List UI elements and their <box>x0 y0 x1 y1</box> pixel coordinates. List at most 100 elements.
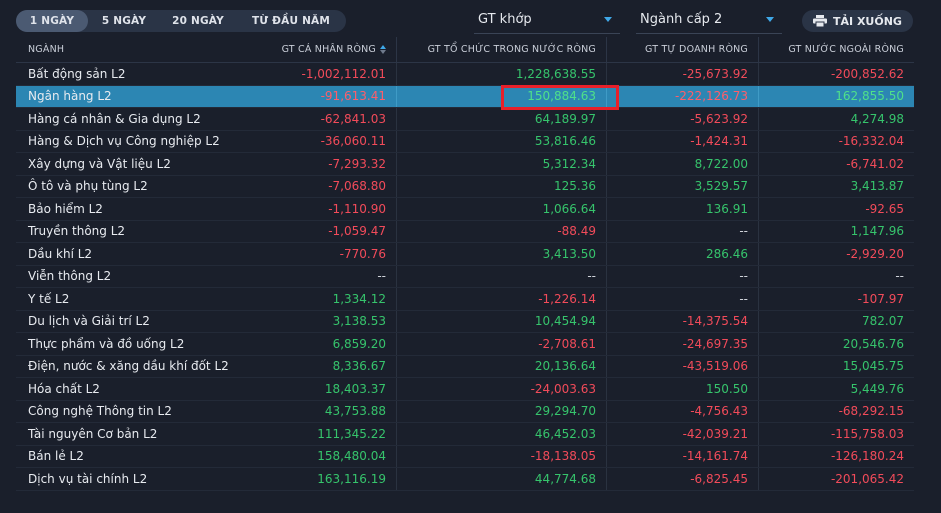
domestic-institution-net-cell: 44,774.68 <box>397 468 607 490</box>
table-row[interactable]: Công nghệ Thông tin L2 43,753.88 29,294.70… <box>16 400 914 423</box>
table-body: Bất động sản L2 -1,002,112.01 1,228,638.55… <box>16 63 914 491</box>
foreign-net-cell: -200,852.62 <box>830 66 904 81</box>
proprietary-net-cell: -- <box>607 220 759 242</box>
table-row[interactable]: Y tế L2 1,334.12 -1,226.14 -- -107.97 <box>16 288 914 311</box>
metric-select-value: GT khớp <box>478 12 532 27</box>
individual-net-cell: 8,336.67 <box>263 355 397 377</box>
foreign-net-cell: -68,292.15 <box>838 404 904 419</box>
proprietary-net-cell: -- <box>607 265 759 287</box>
domestic-institution-net-cell: 64,189.97 <box>397 108 607 130</box>
industry-cell: Viễn thông L2 <box>28 269 112 284</box>
domestic-institution-net-cell: 46,452.03 <box>397 423 607 445</box>
sort-icon <box>380 45 386 54</box>
highlighted-value: 150,884.63 <box>527 89 596 104</box>
domestic-institution-net-cell: -88.49 <box>397 220 607 242</box>
industry-cell: Y tế L2 <box>28 291 70 306</box>
foreign-net-cell: 162,855.50 <box>835 89 904 104</box>
chevron-down-icon <box>766 17 774 22</box>
domestic-institution-net-cell: 1,228,638.55 <box>397 63 607 85</box>
table-row[interactable]: Hàng cá nhân & Gia dụng L2 -62,841.03 64,1… <box>16 108 914 131</box>
industry-level-select[interactable]: Ngành cấp 2 <box>636 6 782 34</box>
tab-20-days[interactable]: 20 NGÀY <box>160 10 236 32</box>
table-row[interactable]: Truyền thông L2 -1,059.47 -88.49 -- 1,147.96 <box>16 220 914 243</box>
table-row[interactable]: Ngân hàng L2 -91,613.41 150,884.63 -222,126… <box>16 84 914 110</box>
proprietary-net-cell: -24,697.35 <box>607 333 759 355</box>
proprietary-net-cell: -43,519.06 <box>607 355 759 377</box>
domestic-institution-net-cell: -24,003.63 <box>397 378 607 400</box>
header-individual-net[interactable]: GT CÁ NHÂN RÒNG <box>263 37 397 62</box>
metric-select[interactable]: GT khớp <box>474 6 620 34</box>
table-row[interactable]: Dầu khí L2 -770.76 3,413.50 286.46 -2,929.20 <box>16 243 914 266</box>
foreign-net-cell: -115,758.03 <box>830 426 904 441</box>
tab-1-day[interactable]: 1 NGÀY <box>16 10 88 32</box>
table-row[interactable]: Dịch vụ tài chính L2 163,116.19 44,774.68-… <box>16 468 914 491</box>
download-button[interactable]: TẢI XUỐNG <box>802 10 913 32</box>
foreign-net-cell: 15,045.75 <box>842 359 904 374</box>
table-row[interactable]: Hàng & Dịch vụ Công nghiệp L2 -36,060.11 5… <box>16 130 914 153</box>
individual-net-cell: -- <box>263 265 397 287</box>
table-row[interactable]: Viễn thông L2 -- -- -- -- <box>16 265 914 288</box>
domestic-institution-net-cell: 53,816.46 <box>397 130 607 152</box>
foreign-net-cell: 20,546.76 <box>842 336 904 351</box>
domestic-institution-net-cell: 29,294.70 <box>397 400 607 422</box>
domestic-institution-net-cell: 10,454.94 <box>397 310 607 332</box>
header-industry[interactable]: NGÀNH <box>16 37 263 62</box>
period-tabs: 1 NGÀY 5 NGÀY 20 NGÀY TỪ ĐẦU NĂM <box>16 10 346 32</box>
proprietary-net-cell: -14,375.54 <box>607 310 759 332</box>
industry-cell: Xây dựng và Vật liệu L2 <box>28 156 171 171</box>
table-row[interactable]: Bán lẻ L2 158,480.04 -18,138.05 -14,161.74 -… <box>16 445 914 468</box>
table-row[interactable]: Điện, nước & xăng dầu khí đốt L2 8,336.67… <box>16 355 914 378</box>
foreign-net-cell: 782.07 <box>862 314 904 329</box>
header-foreign-net[interactable]: GT NƯỚC NGOÀI RÒNG <box>759 37 914 62</box>
download-label: TẢI XUỐNG <box>833 14 902 28</box>
industry-cell: Bán lẻ L2 <box>28 449 84 464</box>
table-header: NGÀNH GT CÁ NHÂN RÒNG GT TỔ CHỨC TRONG N… <box>16 37 914 63</box>
individual-net-cell: 158,480.04 <box>263 445 397 467</box>
individual-net-cell: 163,116.19 <box>263 468 397 490</box>
individual-net-cell: -1,059.47 <box>263 220 397 242</box>
table-row[interactable]: Bảo hiểm L2 -1,110.90 1,066.64 136.91 -92.65 <box>16 198 914 221</box>
industry-cell: Công nghệ Thông tin L2 <box>28 404 172 419</box>
domestic-institution-net-cell: 20,136.64 <box>397 355 607 377</box>
header-proprietary-net[interactable]: GT TỰ DOANH RÒNG <box>607 37 759 62</box>
table-row[interactable]: Ô tô và phụ tùng L2 -7,068.80 125.36 3,529.… <box>16 175 914 198</box>
proprietary-net-cell: -6,825.45 <box>607 468 759 490</box>
domestic-institution-net-cell: -18,138.05 <box>397 445 607 467</box>
individual-net-cell: 1,334.12 <box>263 288 397 310</box>
individual-net-cell: -7,068.80 <box>263 175 397 197</box>
foreign-net-cell: 3,413.87 <box>850 179 904 194</box>
proprietary-net-cell: -222,126.73 <box>607 85 759 107</box>
tab-year-to-date[interactable]: TỪ ĐẦU NĂM <box>236 10 346 32</box>
domestic-institution-net-cell: -1,226.14 <box>397 288 607 310</box>
table-row[interactable]: Hóa chất L2 18,403.37 -24,003.63 150.50 5,44… <box>16 378 914 401</box>
individual-net-cell: -770.76 <box>263 243 397 265</box>
industry-cell: Ô tô và phụ tùng L2 <box>28 179 148 194</box>
proprietary-net-cell: -- <box>607 288 759 310</box>
table-row[interactable]: Du lịch và Giải trí L2 3,138.53 10,454.94-… <box>16 310 914 333</box>
domestic-institution-net-cell: 1,066.64 <box>397 198 607 220</box>
foreign-net-cell: -92.65 <box>865 201 904 216</box>
table-row[interactable]: Thực phẩm và đồ uống L2 6,859.20 -2,708.61… <box>16 333 914 356</box>
proprietary-net-cell: -5,623.92 <box>607 108 759 130</box>
proprietary-net-cell: -42,039.21 <box>607 423 759 445</box>
individual-net-cell: -62,841.03 <box>263 108 397 130</box>
domestic-institution-net-cell: 5,312.34 <box>397 153 607 175</box>
individual-net-cell: 3,138.53 <box>263 310 397 332</box>
foreign-net-cell: -107.97 <box>857 291 904 306</box>
proprietary-net-cell: -4,756.43 <box>607 400 759 422</box>
table-row[interactable]: Tài nguyên Cơ bản L2 111,345.22 46,452.03-… <box>16 423 914 446</box>
tab-5-days[interactable]: 5 NGÀY <box>88 10 160 32</box>
proprietary-net-cell: 3,529.57 <box>607 175 759 197</box>
proprietary-net-cell: 8,722.00 <box>607 153 759 175</box>
header-domestic-institution-net[interactable]: GT TỔ CHỨC TRONG NƯỚC RÒNG <box>397 37 607 62</box>
industry-flow-table: NGÀNH GT CÁ NHÂN RÒNG GT TỔ CHỨC TRONG N… <box>16 37 914 491</box>
proprietary-net-cell: -25,673.92 <box>607 63 759 85</box>
table-row[interactable]: Xây dựng và Vật liệu L2 -7,293.32 5,312.34… <box>16 153 914 176</box>
industry-cell: Điện, nước & xăng dầu khí đốt L2 <box>28 359 229 374</box>
industry-cell: Bất động sản L2 <box>28 66 126 81</box>
foreign-net-cell: -6,741.02 <box>846 156 904 171</box>
header-individual-net-label: GT CÁ NHÂN RÒNG <box>281 44 376 55</box>
table-row[interactable]: Bất động sản L2 -1,002,112.01 1,228,638.55… <box>16 63 914 86</box>
domestic-institution-net-cell: 150,884.63 <box>397 84 619 110</box>
industry-cell: Hàng & Dịch vụ Công nghiệp L2 <box>28 134 220 149</box>
